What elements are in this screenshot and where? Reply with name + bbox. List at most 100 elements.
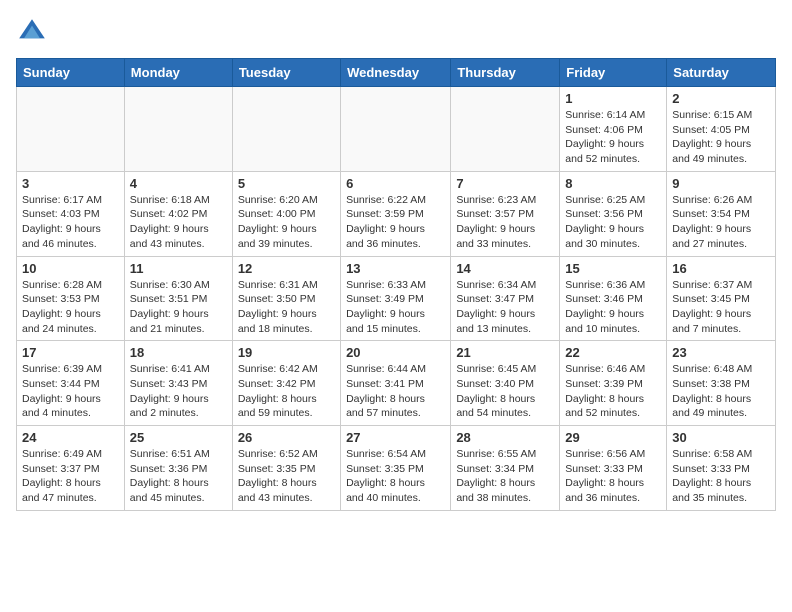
calendar-cell: [451, 87, 560, 172]
day-info: Sunrise: 6:39 AM Sunset: 3:44 PM Dayligh…: [22, 362, 119, 421]
day-info: Sunrise: 6:46 AM Sunset: 3:39 PM Dayligh…: [565, 362, 661, 421]
weekday-header-monday: Monday: [124, 59, 232, 87]
weekday-header-row: SundayMondayTuesdayWednesdayThursdayFrid…: [17, 59, 776, 87]
page-header: [16, 16, 776, 48]
calendar-cell: 23 Sunrise: 6:48 AM Sunset: 3:38 PM Dayli…: [667, 341, 776, 426]
day-info: Sunrise: 6:23 AM Sunset: 3:57 PM Dayligh…: [456, 193, 554, 252]
calendar-cell: 27 Sunrise: 6:54 AM Sunset: 3:35 PM Dayli…: [341, 426, 451, 511]
calendar-cell: 10 Sunrise: 6:28 AM Sunset: 3:53 PM Dayli…: [17, 256, 125, 341]
day-number: 2: [672, 91, 770, 106]
calendar-cell: 19Sunrise: 6:42 AM Sunset: 3:42 PM Dayli…: [232, 341, 340, 426]
week-row-4: 17Sunrise: 6:39 AM Sunset: 3:44 PM Dayli…: [17, 341, 776, 426]
day-info: Sunrise: 6:25 AM Sunset: 3:56 PM Dayligh…: [565, 193, 661, 252]
calendar-cell: 9Sunrise: 6:26 AM Sunset: 3:54 PM Daylig…: [667, 171, 776, 256]
day-number: 12: [238, 261, 335, 276]
day-number: 13: [346, 261, 445, 276]
week-row-2: 3Sunrise: 6:17 AM Sunset: 4:03 PM Daylig…: [17, 171, 776, 256]
calendar-cell: [124, 87, 232, 172]
weekday-header-tuesday: Tuesday: [232, 59, 340, 87]
weekday-header-wednesday: Wednesday: [341, 59, 451, 87]
calendar-cell: 8 Sunrise: 6:25 AM Sunset: 3:56 PM Daylig…: [560, 171, 667, 256]
day-number: 30: [672, 430, 770, 445]
day-info: Sunrise: 6:41 AM Sunset: 3:43 PM Dayligh…: [130, 362, 227, 421]
day-info: Sunrise: 6:58 AM Sunset: 3:33 PM Dayligh…: [672, 447, 770, 506]
calendar-cell: 30 Sunrise: 6:58 AM Sunset: 3:33 PM Dayli…: [667, 426, 776, 511]
day-number: 15: [565, 261, 661, 276]
day-number: 10: [22, 261, 119, 276]
day-number: 9: [672, 176, 770, 191]
day-info: Sunrise: 6:31 AM Sunset: 3:50 PM Dayligh…: [238, 278, 335, 337]
calendar-cell: 7 Sunrise: 6:23 AM Sunset: 3:57 PM Daylig…: [451, 171, 560, 256]
weekday-header-saturday: Saturday: [667, 59, 776, 87]
day-number: 24: [22, 430, 119, 445]
day-info: Sunrise: 6:14 AM Sunset: 4:06 PM Dayligh…: [565, 108, 661, 167]
calendar-cell: 1 Sunrise: 6:14 AM Sunset: 4:06 PM Daylig…: [560, 87, 667, 172]
calendar-cell: 16 Sunrise: 6:37 AM Sunset: 3:45 PM Dayli…: [667, 256, 776, 341]
day-info: Sunrise: 6:55 AM Sunset: 3:34 PM Dayligh…: [456, 447, 554, 506]
week-row-1: 1 Sunrise: 6:14 AM Sunset: 4:06 PM Daylig…: [17, 87, 776, 172]
calendar-cell: 2 Sunrise: 6:15 AM Sunset: 4:05 PM Daylig…: [667, 87, 776, 172]
calendar-cell: 13 Sunrise: 6:33 AM Sunset: 3:49 PM Dayli…: [341, 256, 451, 341]
day-info: Sunrise: 6:33 AM Sunset: 3:49 PM Dayligh…: [346, 278, 445, 337]
day-info: Sunrise: 6:42 AM Sunset: 3:42 PM Dayligh…: [238, 362, 335, 421]
logo-icon: [16, 16, 48, 48]
calendar-cell: 28 Sunrise: 6:55 AM Sunset: 3:34 PM Dayli…: [451, 426, 560, 511]
day-info: Sunrise: 6:56 AM Sunset: 3:33 PM Dayligh…: [565, 447, 661, 506]
day-number: 5: [238, 176, 335, 191]
day-info: Sunrise: 6:30 AM Sunset: 3:51 PM Dayligh…: [130, 278, 227, 337]
calendar-cell: [341, 87, 451, 172]
day-number: 4: [130, 176, 227, 191]
calendar-cell: [232, 87, 340, 172]
day-info: Sunrise: 6:49 AM Sunset: 3:37 PM Dayligh…: [22, 447, 119, 506]
calendar-cell: 20 Sunrise: 6:44 AM Sunset: 3:41 PM Dayli…: [341, 341, 451, 426]
weekday-header-sunday: Sunday: [17, 59, 125, 87]
day-info: Sunrise: 6:22 AM Sunset: 3:59 PM Dayligh…: [346, 193, 445, 252]
calendar-cell: 24 Sunrise: 6:49 AM Sunset: 3:37 PM Dayli…: [17, 426, 125, 511]
day-number: 7: [456, 176, 554, 191]
day-number: 25: [130, 430, 227, 445]
day-info: Sunrise: 6:28 AM Sunset: 3:53 PM Dayligh…: [22, 278, 119, 337]
calendar-cell: [17, 87, 125, 172]
day-number: 28: [456, 430, 554, 445]
calendar-cell: 14 Sunrise: 6:34 AM Sunset: 3:47 PM Dayli…: [451, 256, 560, 341]
day-number: 27: [346, 430, 445, 445]
day-number: 1: [565, 91, 661, 106]
day-number: 8: [565, 176, 661, 191]
calendar-cell: 15 Sunrise: 6:36 AM Sunset: 3:46 PM Dayli…: [560, 256, 667, 341]
day-number: 6: [346, 176, 445, 191]
day-info: Sunrise: 6:36 AM Sunset: 3:46 PM Dayligh…: [565, 278, 661, 337]
week-row-3: 10 Sunrise: 6:28 AM Sunset: 3:53 PM Dayli…: [17, 256, 776, 341]
day-info: Sunrise: 6:37 AM Sunset: 3:45 PM Dayligh…: [672, 278, 770, 337]
day-info: Sunrise: 6:34 AM Sunset: 3:47 PM Dayligh…: [456, 278, 554, 337]
logo: [16, 16, 52, 48]
calendar-cell: 17Sunrise: 6:39 AM Sunset: 3:44 PM Dayli…: [17, 341, 125, 426]
day-info: Sunrise: 6:51 AM Sunset: 3:36 PM Dayligh…: [130, 447, 227, 506]
day-number: 14: [456, 261, 554, 276]
weekday-header-thursday: Thursday: [451, 59, 560, 87]
weekday-header-friday: Friday: [560, 59, 667, 87]
calendar-cell: 5 Sunrise: 6:20 AM Sunset: 4:00 PM Daylig…: [232, 171, 340, 256]
day-info: Sunrise: 6:44 AM Sunset: 3:41 PM Dayligh…: [346, 362, 445, 421]
day-number: 16: [672, 261, 770, 276]
day-info: Sunrise: 6:15 AM Sunset: 4:05 PM Dayligh…: [672, 108, 770, 167]
day-info: Sunrise: 6:20 AM Sunset: 4:00 PM Dayligh…: [238, 193, 335, 252]
day-number: 26: [238, 430, 335, 445]
calendar-cell: 12 Sunrise: 6:31 AM Sunset: 3:50 PM Dayli…: [232, 256, 340, 341]
day-info: Sunrise: 6:52 AM Sunset: 3:35 PM Dayligh…: [238, 447, 335, 506]
day-number: 21: [456, 345, 554, 360]
day-info: Sunrise: 6:18 AM Sunset: 4:02 PM Dayligh…: [130, 193, 227, 252]
calendar-cell: 18 Sunrise: 6:41 AM Sunset: 3:43 PM Dayli…: [124, 341, 232, 426]
day-number: 20: [346, 345, 445, 360]
day-info: Sunrise: 6:48 AM Sunset: 3:38 PM Dayligh…: [672, 362, 770, 421]
day-number: 23: [672, 345, 770, 360]
calendar-cell: 3Sunrise: 6:17 AM Sunset: 4:03 PM Daylig…: [17, 171, 125, 256]
day-info: Sunrise: 6:17 AM Sunset: 4:03 PM Dayligh…: [22, 193, 119, 252]
day-number: 18: [130, 345, 227, 360]
calendar-cell: 11Sunrise: 6:30 AM Sunset: 3:51 PM Dayli…: [124, 256, 232, 341]
calendar-cell: 21Sunrise: 6:45 AM Sunset: 3:40 PM Dayli…: [451, 341, 560, 426]
week-row-5: 24 Sunrise: 6:49 AM Sunset: 3:37 PM Dayli…: [17, 426, 776, 511]
day-info: Sunrise: 6:54 AM Sunset: 3:35 PM Dayligh…: [346, 447, 445, 506]
calendar-cell: 29Sunrise: 6:56 AM Sunset: 3:33 PM Dayli…: [560, 426, 667, 511]
calendar: SundayMondayTuesdayWednesdayThursdayFrid…: [16, 58, 776, 511]
calendar-cell: 6 Sunrise: 6:22 AM Sunset: 3:59 PM Daylig…: [341, 171, 451, 256]
